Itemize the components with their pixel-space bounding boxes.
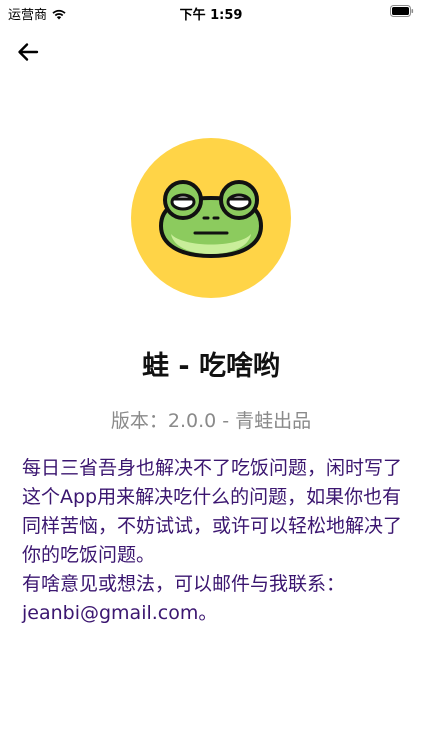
app-logo: [131, 138, 291, 298]
app-description: 每日三省吾身也解决不了吃饭问题，闲时写了这个App用来解决吃什么的问题，如果你也…: [22, 454, 402, 628]
frog-logo-icon: [131, 138, 291, 298]
version-label: 版本：2.0.0 - 青蛙出品: [110, 410, 312, 432]
nav-bar: [0, 30, 422, 74]
status-bar: 运营商 下午 1:59: [0, 0, 422, 24]
contact-paragraph: 有啥意见或想法，可以邮件与我联系：jeanbi@gmail.com。: [22, 573, 346, 624]
status-time: 下午 1:59: [179, 8, 243, 23]
battery-icon: [390, 5, 414, 17]
back-button[interactable]: [12, 36, 44, 68]
app-title: 蛙 - 吃啥哟: [141, 351, 280, 382]
description-paragraph: 每日三省吾身也解决不了吃饭问题，闲时写了这个App用来解决吃什么的问题，如果你也…: [22, 457, 403, 566]
arrow-left-icon: [18, 43, 39, 61]
